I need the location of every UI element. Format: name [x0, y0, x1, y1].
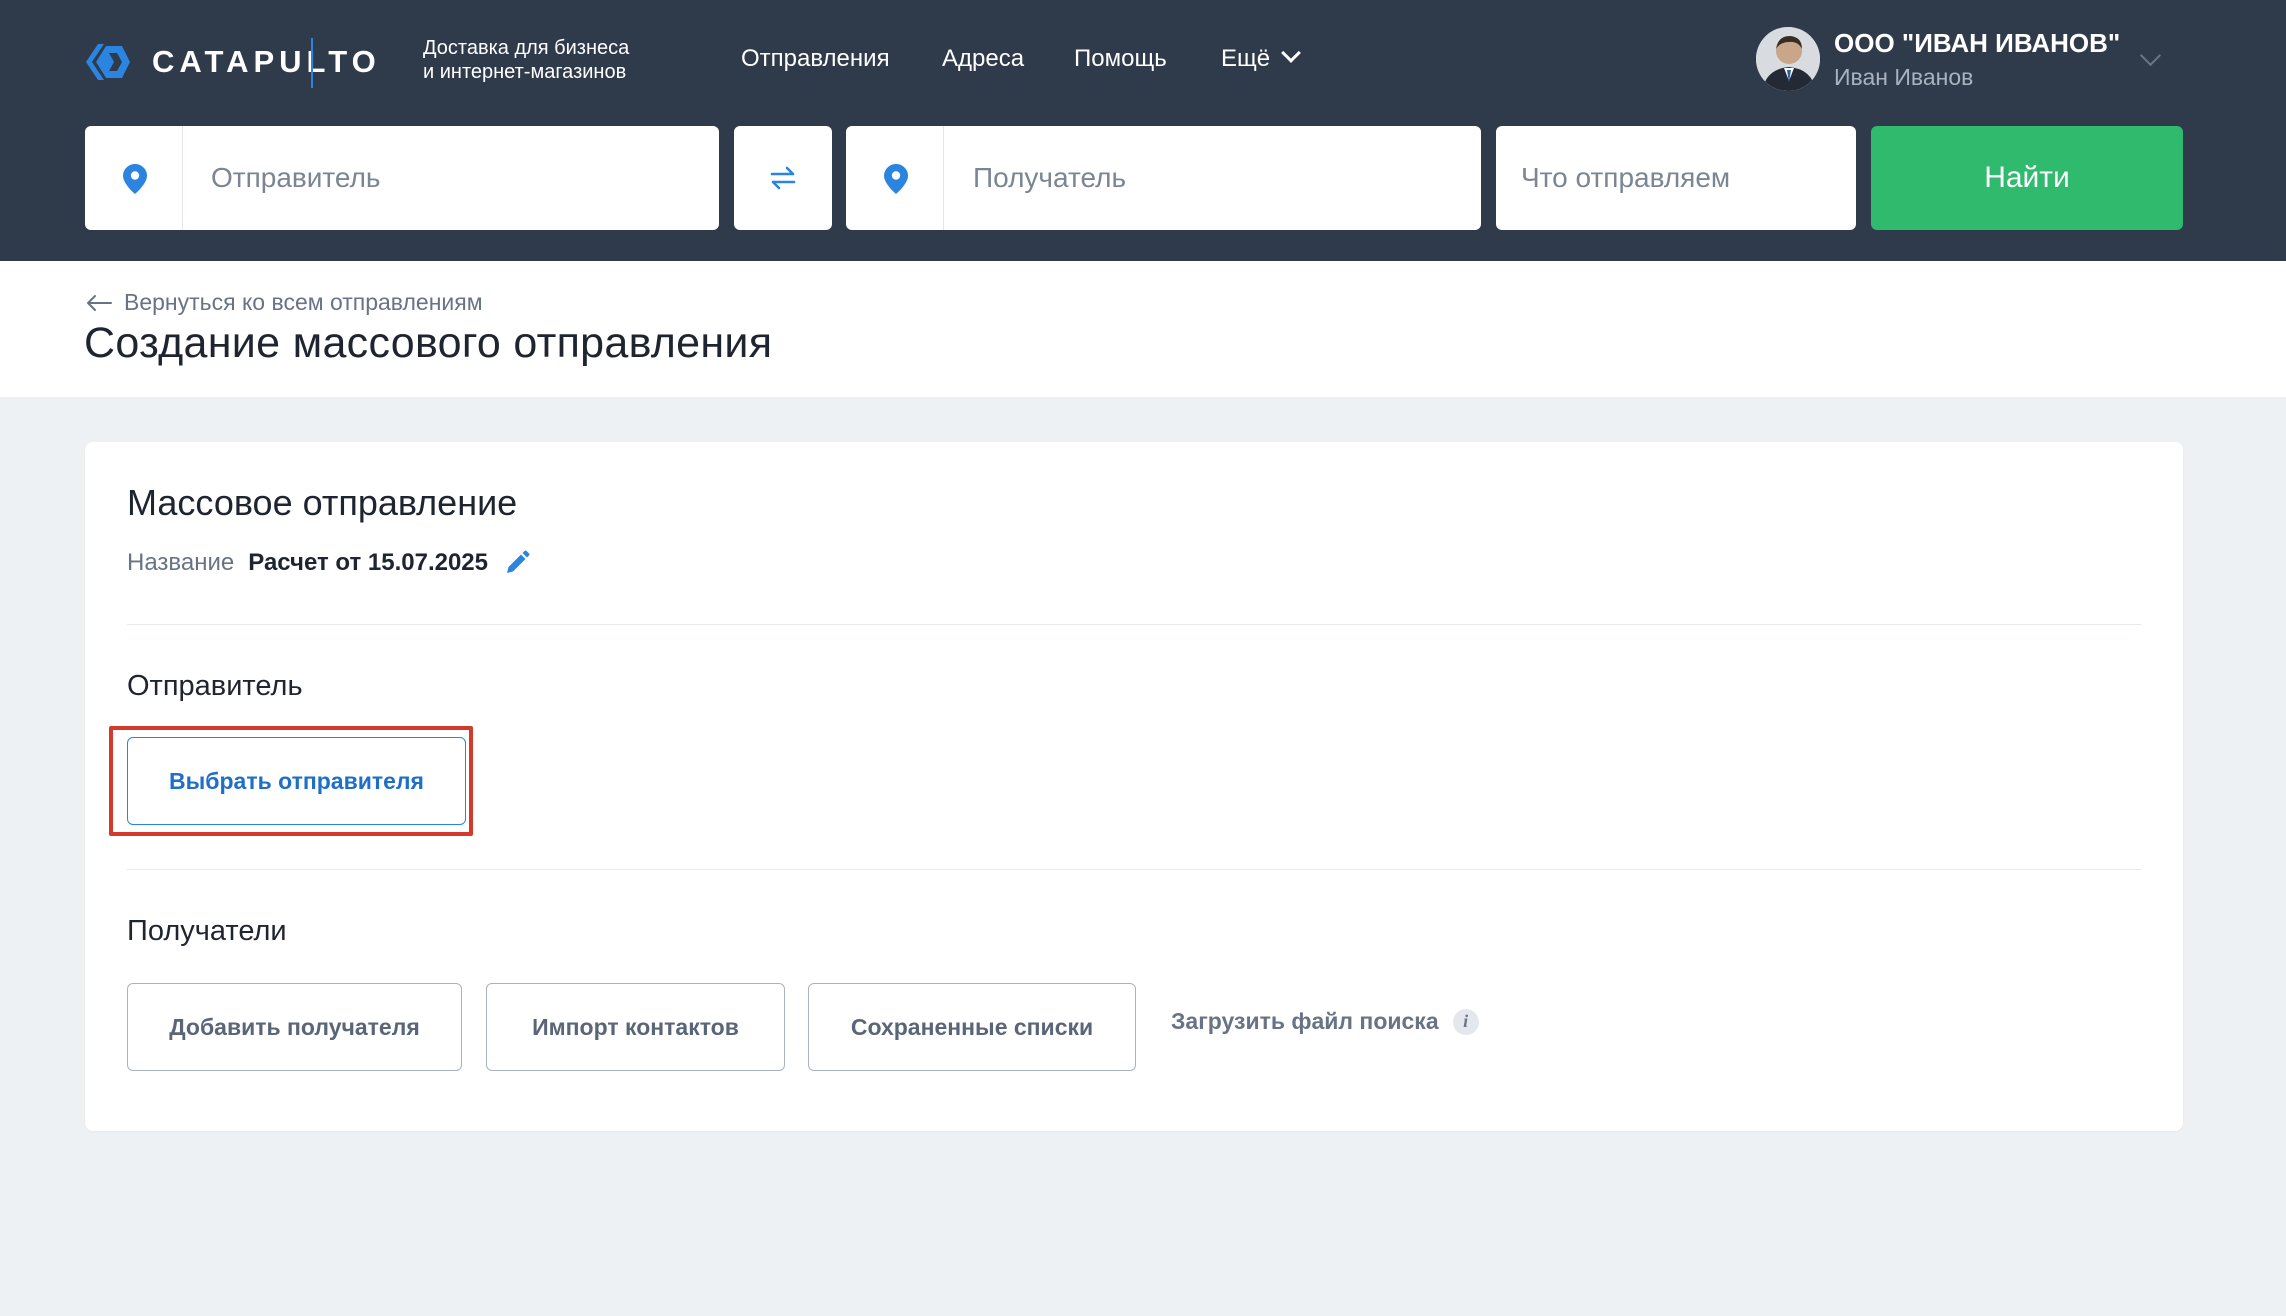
what-input[interactable]: [1521, 126, 1841, 230]
logo-wordmark: CATAPULTO: [152, 44, 381, 79]
highlight-frame: [109, 726, 473, 836]
upload-search-file-label: Загрузить файл поиска: [1171, 1008, 1439, 1034]
user-menu-chevron-icon[interactable]: [2139, 44, 2162, 67]
sender-divider: [182, 126, 183, 230]
sender-input[interactable]: [211, 126, 691, 230]
nav-addresses[interactable]: Адреса: [942, 45, 1024, 73]
recipient-search-box: [846, 126, 1481, 230]
sender-search-box: [85, 126, 719, 230]
section-separator: [127, 624, 2141, 625]
user-avatar[interactable]: [1756, 27, 1820, 91]
upload-search-file-link[interactable]: Загрузить файл поиска i: [1171, 1008, 1479, 1035]
card-title: Массовое отправление: [127, 482, 518, 523]
swap-arrows-icon: [770, 166, 796, 190]
recipients-section-title: Получатели: [127, 915, 287, 947]
nav-more-label: Ещё: [1221, 45, 1271, 72]
recipient-input[interactable]: [973, 126, 1453, 230]
tagline-line-2: и интернет-магазинов: [423, 61, 627, 83]
back-link[interactable]: Вернуться ко всем отправлениям: [86, 289, 483, 316]
recipient-divider: [943, 126, 944, 230]
shipment-name-row: Название Расчет от 15.07.2025: [127, 549, 530, 577]
top-header: CATAPULTO Доставка для бизнеса и интерне…: [0, 0, 2286, 261]
info-icon[interactable]: i: [1452, 1008, 1479, 1035]
nav-shipments[interactable]: Отправления: [741, 45, 890, 73]
swap-button[interactable]: [734, 126, 832, 230]
logo-tagline: Доставка для бизнеса и интернет-магазино…: [423, 36, 629, 84]
saved-lists-button[interactable]: Сохраненные списки: [808, 983, 1136, 1071]
back-link-label: Вернуться ко всем отправлениям: [124, 289, 483, 315]
catapulto-logo[interactable]: CATAPULTO: [82, 36, 381, 88]
find-button[interactable]: Найти: [1871, 126, 2183, 230]
name-label: Название: [127, 549, 235, 576]
company-name[interactable]: ООО "ИВАН ИВАНОВ": [1834, 28, 2120, 59]
user-name[interactable]: Иван Иванов: [1834, 64, 1973, 91]
page-title: Создание массового отправления: [84, 319, 773, 367]
arrow-left-icon: [87, 294, 112, 311]
what-search-box: [1496, 126, 1856, 230]
catapulto-logo-icon: [86, 44, 130, 80]
tagline-line-1: Доставка для бизнеса: [423, 37, 630, 59]
name-value: Расчет от 15.07.2025: [248, 549, 489, 576]
location-pin-icon: [884, 164, 908, 194]
section-separator: [127, 869, 2141, 870]
page-title-bar: Вернуться ко всем отправлениям Создание …: [0, 261, 2286, 397]
pencil-icon[interactable]: [504, 550, 530, 576]
add-recipient-button[interactable]: Добавить получателя: [127, 983, 462, 1071]
location-pin-icon: [123, 164, 147, 194]
sender-section-title: Отправитель: [127, 670, 303, 702]
chevron-down-icon: [1281, 43, 1302, 63]
import-contacts-button[interactable]: Импорт контактов: [486, 983, 785, 1071]
nav-help[interactable]: Помощь: [1074, 45, 1167, 73]
user-photo-icon: [1756, 27, 1820, 91]
logo-divider: [311, 38, 313, 88]
nav-more[interactable]: Ещё: [1221, 43, 1302, 73]
